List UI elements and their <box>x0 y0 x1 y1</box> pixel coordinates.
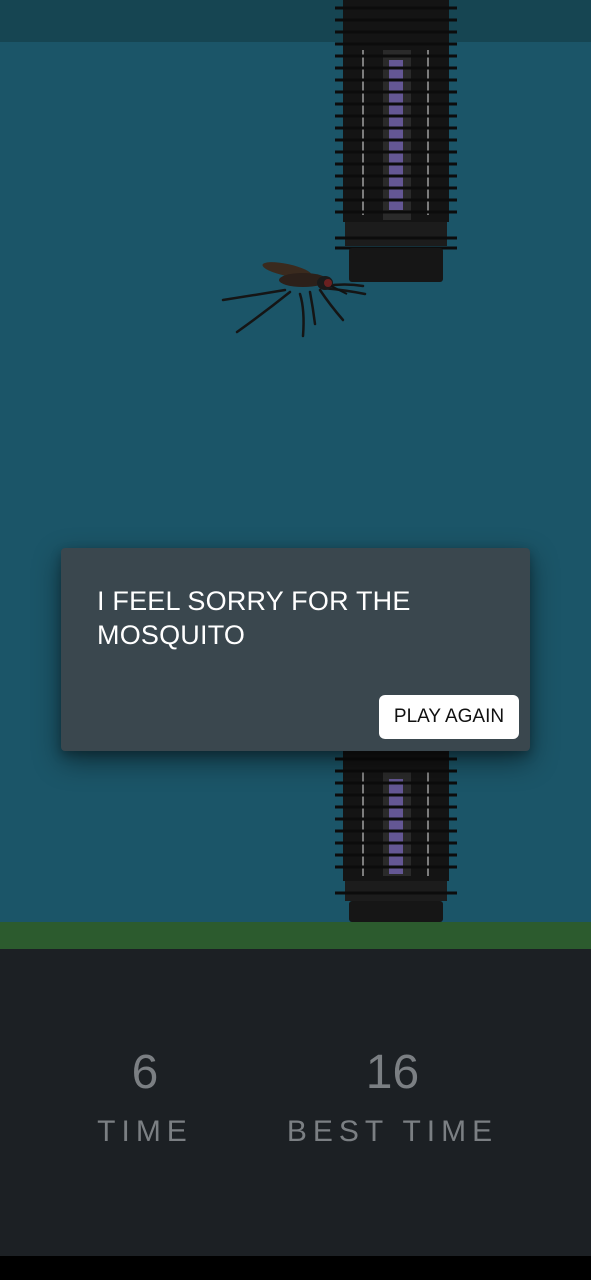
time-value: 6 <box>131 1046 159 1099</box>
play-again-button[interactable]: PLAY AGAIN <box>379 695 519 739</box>
navigation-bar <box>0 1256 591 1280</box>
time-label: TIME <box>97 1115 193 1148</box>
game-sky[interactable] <box>0 42 591 922</box>
best-time-value: 16 <box>365 1046 420 1099</box>
game-over-message: I FEEL SORRY FOR THE MOSQUITO <box>97 586 411 650</box>
bug-zapper-bottom <box>333 751 459 922</box>
ground-strip <box>0 922 591 949</box>
time-stat: 6 TIME <box>70 1045 220 1149</box>
best-time-stat: 16 BEST TIME <box>270 1045 515 1149</box>
best-time-label: BEST TIME <box>286 1115 499 1148</box>
mosquito-player <box>215 250 375 345</box>
game-over-dialog: I FEEL SORRY FOR THE MOSQUITO PLAY AGAIN <box>61 548 530 751</box>
status-bar <box>0 0 591 42</box>
bug-zapper-top <box>333 0 459 284</box>
